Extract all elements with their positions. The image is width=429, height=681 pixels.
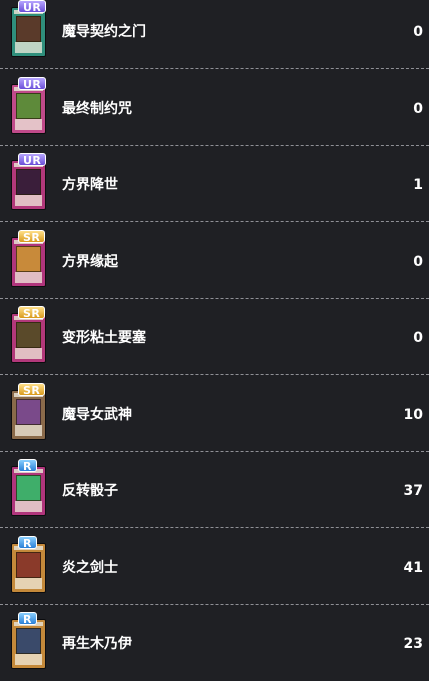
card-text-box: [15, 195, 42, 206]
card-art: [16, 398, 41, 425]
card-thumbnail: [12, 620, 45, 668]
card-list-item[interactable]: R 再生木乃伊 23: [0, 605, 429, 681]
card-name: 方界降世: [62, 177, 118, 193]
rarity-badge: UR: [18, 76, 47, 91]
card-thumbnail: [12, 161, 45, 209]
card-list-item[interactable]: SR 魔导女武神 10: [0, 376, 429, 452]
card-count: 0: [413, 330, 423, 346]
card-count: 0: [413, 253, 423, 270]
card-art: [16, 551, 41, 578]
card-text-box: [15, 348, 42, 359]
card-thumbnail: [12, 237, 45, 286]
card-list-item[interactable]: R 炎之剑士 41: [0, 529, 429, 605]
card-list: UR 魔导契约之门 0 UR 最终制约咒 0 UR 方界降世 1 SR 方界缘起 0 SR 变形粘土要塞 0…: [0, 0, 429, 680]
card-name: 方界缘起: [62, 253, 118, 270]
card-thumbnail: [12, 84, 45, 133]
card-count: 0: [413, 24, 423, 40]
card-list-item[interactable]: UR 最终制约咒 0: [0, 70, 429, 146]
card-art: [16, 169, 41, 195]
card-list-item[interactable]: UR 魔导契约之门 0: [0, 0, 429, 69]
rarity-badge: R: [18, 612, 37, 626]
card-count: 1: [413, 177, 423, 193]
card-name: 魔导契约之门: [62, 24, 146, 40]
card-count: 23: [403, 636, 423, 652]
card-thumbnail: [12, 543, 45, 592]
card-name: 魔导女武神: [62, 406, 132, 423]
rarity-badge: SR: [18, 382, 46, 397]
card-thumbnail: [12, 390, 45, 439]
card-art: [16, 475, 41, 501]
card-count: 10: [403, 406, 423, 423]
card-art: [16, 628, 41, 654]
card-thumbnail: [12, 467, 45, 515]
rarity-badge: R: [18, 459, 37, 473]
card-list-item[interactable]: SR 方界缘起 0: [0, 223, 429, 299]
card-text-box: [15, 42, 42, 53]
card-text-box: [15, 577, 42, 589]
rarity-badge: SR: [18, 306, 46, 320]
card-list-item[interactable]: SR 变形粘土要塞 0: [0, 299, 429, 375]
card-art: [16, 16, 41, 42]
rarity-badge: UR: [18, 153, 47, 167]
card-name: 再生木乃伊: [62, 636, 132, 652]
card-text-box: [15, 118, 42, 130]
card-art: [16, 322, 41, 348]
card-text-box: [15, 424, 42, 436]
card-text-box: [15, 271, 42, 283]
card-count: 37: [403, 483, 423, 499]
card-thumbnail: [12, 314, 45, 362]
rarity-badge: R: [18, 535, 37, 550]
card-list-item[interactable]: R 反转骰子 37: [0, 452, 429, 528]
card-thumbnail: [12, 8, 45, 56]
rarity-badge: UR: [18, 0, 47, 14]
card-count: 41: [403, 559, 423, 576]
card-list-item[interactable]: UR 方界降世 1: [0, 146, 429, 222]
card-art: [16, 245, 41, 272]
card-text-box: [15, 501, 42, 512]
card-name: 变形粘土要塞: [62, 330, 146, 346]
card-count: 0: [413, 100, 423, 117]
card-text-box: [15, 654, 42, 665]
card-art: [16, 92, 41, 119]
rarity-badge: SR: [18, 229, 46, 244]
card-name: 炎之剑士: [62, 559, 118, 576]
card-name: 反转骰子: [62, 483, 118, 499]
card-name: 最终制约咒: [62, 100, 132, 117]
